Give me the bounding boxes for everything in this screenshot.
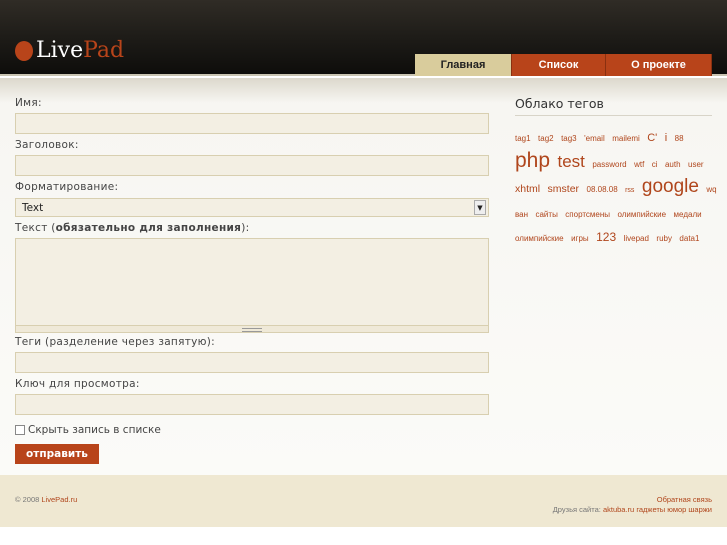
friends-label: Друзья сайта:: [552, 505, 601, 514]
tag-link[interactable]: игры: [571, 234, 589, 243]
format-label: Форматирование:: [15, 181, 119, 193]
format-select[interactable]: Text ▼: [15, 198, 489, 217]
logo-pad: Pad: [83, 38, 125, 63]
tag-link[interactable]: tag2: [538, 134, 554, 143]
tag-link[interactable]: smster: [548, 183, 580, 195]
friend-link[interactable]: юмор шаржи: [667, 505, 712, 514]
text-label-required: обязательно для заполнения: [55, 222, 242, 234]
tag-link[interactable]: 08.08.08: [587, 185, 618, 194]
tag-link[interactable]: спортсмены: [565, 210, 610, 219]
tag-link[interactable]: 123: [596, 230, 616, 244]
tags-label: Теги (разделение через запятую):: [15, 336, 216, 348]
tag-link[interactable]: ruby: [656, 234, 672, 243]
text-label-post: ):: [241, 222, 250, 234]
tag-link[interactable]: i: [665, 132, 667, 144]
footer: © 2008 LivePad.ru Обратная связь Друзья …: [0, 475, 727, 527]
text-textarea[interactable]: [15, 238, 489, 333]
site-link[interactable]: LivePad.ru: [41, 495, 77, 504]
main-nav: Главная Список О проекте: [415, 54, 712, 76]
logo-live: Live: [36, 38, 84, 63]
logo-dot-icon: [15, 40, 33, 61]
tag-link[interactable]: xhtml: [515, 183, 540, 195]
tag-link[interactable]: user: [688, 160, 704, 169]
tag-link[interactable]: wq: [706, 185, 716, 194]
tags-input[interactable]: [15, 352, 489, 373]
submit-button[interactable]: отправить: [15, 444, 99, 464]
feedback-link[interactable]: Обратная связь: [657, 495, 712, 504]
tag-cloud: tag1 tag2 tag3 'email mailemi C' i 88 ph…: [515, 126, 720, 250]
friends: Друзья сайта: aktuba.ru гаджеты юмор шар…: [553, 505, 712, 514]
nav-about[interactable]: О проекте: [606, 54, 712, 76]
name-input[interactable]: [15, 113, 489, 134]
tag-link[interactable]: tag3: [561, 134, 577, 143]
tag-link[interactable]: 88: [675, 134, 684, 143]
chevron-down-icon[interactable]: ▼: [474, 200, 486, 215]
tag-link[interactable]: C': [647, 132, 657, 144]
format-value: Text: [22, 202, 44, 214]
copyright: © 2008 LivePad.ru: [15, 495, 77, 504]
tag-link[interactable]: test: [558, 152, 585, 171]
tag-link[interactable]: wtf: [634, 160, 644, 169]
title-label: Заголовок:: [15, 139, 79, 151]
nav-list[interactable]: Список: [512, 54, 606, 76]
tag-link[interactable]: олимпийские: [617, 210, 666, 219]
key-label: Ключ для просмотра:: [15, 378, 140, 390]
tag-cloud-title: Облако тегов: [515, 96, 712, 116]
tag-link[interactable]: tag1: [515, 134, 531, 143]
tag-link[interactable]: auth: [665, 160, 681, 169]
tag-link[interactable]: медали: [674, 210, 702, 219]
tag-link[interactable]: олимпийские: [515, 234, 564, 243]
tag-link[interactable]: password: [592, 160, 626, 169]
hide-checkbox[interactable]: [15, 425, 25, 435]
hide-label: Скрыть запись в списке: [28, 424, 161, 436]
tag-link[interactable]: 'email: [584, 134, 605, 143]
copyright-text: © 2008: [15, 495, 40, 504]
title-input[interactable]: [15, 155, 489, 176]
logo[interactable]: Live Pad: [15, 38, 124, 63]
tag-link[interactable]: ci: [652, 160, 658, 169]
tag-link[interactable]: google: [642, 176, 699, 197]
text-label-pre: Текст (: [15, 222, 56, 234]
name-label: Имя:: [15, 97, 42, 109]
tag-link[interactable]: сайты: [535, 210, 557, 219]
tag-link[interactable]: php: [515, 149, 550, 172]
tag-link[interactable]: mailemi: [612, 134, 640, 143]
text-label: Текст (обязательно для заполнения):: [15, 222, 249, 234]
tag-link[interactable]: livepad: [624, 234, 649, 243]
friend-link[interactable]: aktuba.ru: [603, 505, 634, 514]
hide-option[interactable]: Скрыть запись в списке: [15, 424, 161, 436]
tag-link[interactable]: rss: [625, 187, 634, 194]
friend-link[interactable]: гаджеты: [636, 505, 665, 514]
tag-link[interactable]: ван: [515, 210, 528, 219]
key-input[interactable]: [15, 394, 489, 415]
tag-link[interactable]: data1: [679, 234, 699, 243]
header: Live Pad Главная Список О проекте: [0, 0, 727, 76]
nav-home[interactable]: Главная: [415, 54, 512, 76]
resize-grip[interactable]: [16, 325, 488, 332]
